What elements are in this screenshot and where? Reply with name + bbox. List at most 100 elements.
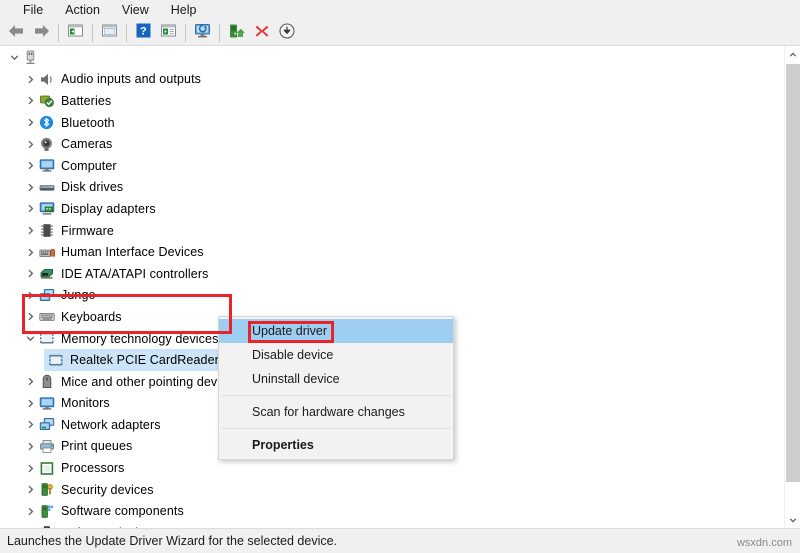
context-menu-scan-for-hardware-changes[interactable]: Scan for hardware changes: [219, 400, 453, 424]
monitor-refresh-button[interactable]: [191, 22, 214, 44]
context-menu-update-driver[interactable]: Update driver: [219, 319, 453, 343]
chevron-right-icon[interactable]: [22, 223, 38, 239]
show-hide-console-tree-icon: [101, 23, 118, 43]
tree-item-label: Computer: [61, 158, 117, 173]
back-arrow-icon: [8, 24, 25, 43]
tree-item-security-devices[interactable]: Security devices: [0, 479, 784, 501]
tree-item-audio-inputs-and-outputs[interactable]: Audio inputs and outputs: [0, 69, 784, 91]
update-driver-icon: [228, 23, 245, 44]
chevron-right-icon[interactable]: [22, 482, 38, 498]
tree-item-display-adapters[interactable]: Display adapters: [0, 198, 784, 220]
menu-action[interactable]: Action: [54, 1, 111, 20]
tree-item-cameras[interactable]: Cameras: [0, 133, 784, 155]
chevron-right-icon[interactable]: [22, 438, 38, 454]
tree-item-bluetooth[interactable]: Bluetooth: [0, 112, 784, 134]
tree-item-label: Software components: [61, 504, 184, 519]
chevron-down-icon[interactable]: [22, 331, 38, 347]
chevron-right-icon[interactable]: [22, 417, 38, 433]
menu-file[interactable]: File: [12, 1, 54, 20]
context-menu-disable-device[interactable]: Disable device: [219, 343, 453, 367]
context-menu[interactable]: Update driver Disable device Uninstall d…: [218, 316, 454, 460]
tree-item-disk-drives[interactable]: Disk drives: [0, 177, 784, 199]
tree-item-label: Print queues: [61, 439, 133, 454]
processor-icon: [38, 460, 55, 477]
chevron-right-icon[interactable]: [22, 374, 38, 390]
up-one-level-button[interactable]: [64, 22, 87, 44]
forward-arrow-button[interactable]: [30, 22, 53, 44]
toolbar: ?: [0, 21, 800, 46]
chevron-right-icon[interactable]: [22, 525, 38, 528]
toolbar-separator: [92, 24, 93, 42]
context-menu-uninstall-device[interactable]: Uninstall device: [219, 367, 453, 391]
properties-window-button[interactable]: [157, 22, 180, 44]
monitor-icon: [38, 395, 55, 412]
chevron-right-icon[interactable]: [22, 115, 38, 131]
help-button[interactable]: ?: [132, 22, 155, 44]
tree-item-label: Realtek PCIE CardReader: [70, 353, 219, 368]
update-driver-button[interactable]: [225, 22, 248, 44]
chevron-right-icon[interactable]: [22, 93, 38, 109]
chevron-right-icon[interactable]: [22, 158, 38, 174]
back-arrow-button[interactable]: [5, 22, 28, 44]
chevron-right-icon[interactable]: [22, 266, 38, 282]
forward-arrow-icon: [33, 24, 50, 43]
scroll-down-button[interactable]: [785, 511, 800, 528]
disable-device-button[interactable]: [275, 22, 298, 44]
tree-item-label: Memory technology devices: [61, 331, 219, 346]
speaker-icon: [38, 71, 55, 88]
chevron-right-icon[interactable]: [22, 179, 38, 195]
tree-root-node[interactable]: [0, 47, 784, 69]
tree-item-label: Cameras: [61, 137, 113, 152]
toolbar-separator: [219, 24, 220, 42]
tree-item-processors[interactable]: Processors: [0, 457, 784, 479]
chevron-right-icon[interactable]: [22, 395, 38, 411]
svg-text:?: ?: [140, 26, 147, 38]
context-menu-properties[interactable]: Properties: [219, 433, 453, 457]
tree-item-jungo[interactable]: Jungo: [0, 285, 784, 307]
device-manager-window: File Action View Help ? Audio inputs and…: [0, 0, 800, 553]
tree-item-label: Keyboards: [61, 309, 122, 324]
chevron-right-icon[interactable]: [22, 136, 38, 152]
chevron-right-icon[interactable]: [22, 309, 38, 325]
chevron-right-icon[interactable]: [22, 287, 38, 303]
tree-item-firmware[interactable]: Firmware: [0, 220, 784, 242]
tree-item-label: Human Interface Devices: [61, 245, 204, 260]
bluetooth-icon: [38, 114, 55, 131]
tree-item-computer[interactable]: Computer: [0, 155, 784, 177]
scrollbar-thumb[interactable]: [786, 64, 800, 482]
status-bar: Launches the Update Driver Wizard for th…: [0, 528, 800, 553]
uninstall-device-icon: [254, 23, 270, 44]
security-device-icon: [38, 481, 55, 498]
tree-item-label: Security devices: [61, 482, 154, 497]
chevron-right-icon[interactable]: [22, 503, 38, 519]
menu-help[interactable]: Help: [160, 1, 208, 20]
tree-item-software-components[interactable]: Software components: [0, 500, 784, 522]
menu-view[interactable]: View: [111, 1, 160, 20]
monitor-refresh-icon: [194, 23, 212, 44]
show-hide-console-tree-button[interactable]: [98, 22, 121, 44]
hid-icon: [38, 244, 55, 261]
uninstall-device-button[interactable]: [250, 22, 273, 44]
toolbar-separator: [126, 24, 127, 42]
vertical-scrollbar[interactable]: [784, 46, 800, 528]
camera-icon: [38, 136, 55, 153]
tree-item-label: Batteries: [61, 93, 112, 108]
tree-item-label: Software devices: [61, 526, 158, 528]
context-menu-separator: [221, 395, 451, 396]
properties-window-icon: [160, 23, 177, 43]
chevron-right-icon[interactable]: [22, 201, 38, 217]
scroll-up-button[interactable]: [785, 46, 800, 63]
tree-item-label: Disk drives: [61, 180, 124, 195]
chevron-right-icon[interactable]: [22, 244, 38, 260]
chevron-right-icon[interactable]: [22, 460, 38, 476]
context-menu-separator: [221, 428, 451, 429]
chevron-right-icon[interactable]: [22, 71, 38, 87]
status-bar-text: Launches the Update Driver Wizard for th…: [7, 534, 338, 548]
tree-item-ide-ata-atapi-controllers[interactable]: IDE ATA/ATAPI controllers: [0, 263, 784, 285]
display-adapter-icon: [38, 200, 55, 217]
menu-bar: File Action View Help: [0, 0, 800, 21]
tree-item-label: Processors: [61, 461, 125, 476]
chevron-down-icon[interactable]: [6, 50, 22, 66]
tree-item-batteries[interactable]: Batteries: [0, 90, 784, 112]
tree-item-human-interface-devices[interactable]: Human Interface Devices: [0, 241, 784, 263]
